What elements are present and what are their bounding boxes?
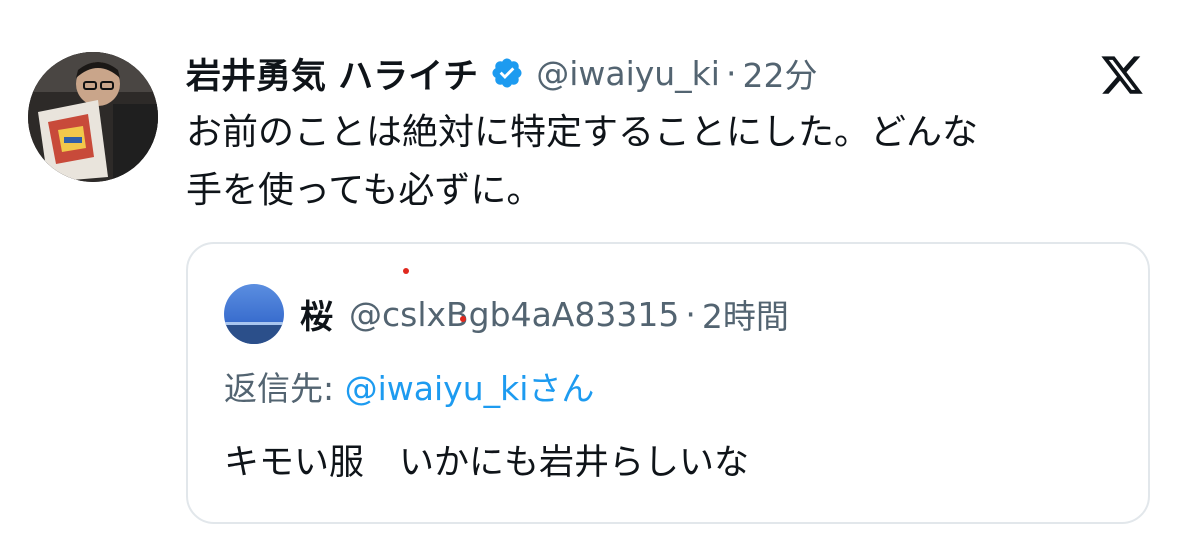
verified-badge-icon [490, 56, 524, 90]
reply-to-mention-link[interactable]: @iwaiyu_ki [345, 369, 529, 408]
author-avatar[interactable] [28, 52, 158, 182]
tweet-timestamp[interactable]: 22分 [742, 49, 817, 97]
quoted-author-display-name[interactable]: 桜 [300, 290, 333, 338]
quoted-tweet-card[interactable]: 桜 @cslxBgb4aA83315 · 2時間 返信先: @iwaiyu_ki… [186, 242, 1150, 524]
tweet-body: お前のことは絶対に特定することにした。どんな 手を使っても必ずに。 [186, 104, 1146, 220]
red-dot-marker [460, 316, 466, 322]
quoted-author-avatar[interactable] [224, 284, 284, 344]
quoted-tweet-body: キモい服 いかにも岩井らしいな [224, 443, 750, 483]
reply-to-line: 返信先: @iwaiyu_kiさん [224, 362, 594, 410]
reply-to-label: 返信先: [224, 369, 345, 408]
header-separator: · [725, 53, 737, 93]
tweet-text-line: 手を使っても必ずに。 [186, 170, 543, 211]
tweet-header: 岩井勇気 ハライチ @iwaiyu_ki · 22分 [186, 46, 817, 100]
author-display-name[interactable]: 岩井勇気 ハライチ [186, 48, 478, 99]
tweet-text-line: お前のことは絶対に特定することにした。どんな [186, 112, 979, 153]
quoted-tweet-header: 桜 @cslxBgb4aA83315 · 2時間 [300, 288, 789, 340]
reply-to-suffix: さん [528, 369, 595, 408]
red-dot-marker [403, 268, 409, 274]
author-handle[interactable]: @iwaiyu_ki [536, 54, 720, 93]
quoted-header-separator: · [685, 294, 696, 334]
quoted-tweet-timestamp[interactable]: 2時間 [702, 290, 789, 338]
quoted-author-handle[interactable]: @cslxBgb4aA83315 [349, 295, 679, 334]
x-logo-icon [1098, 52, 1146, 98]
